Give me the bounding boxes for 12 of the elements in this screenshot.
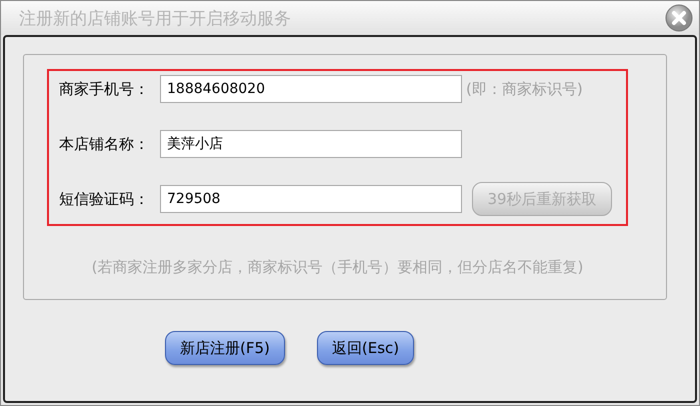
field-label: 商家手机号： (59, 80, 150, 98)
input-field[interactable]: 729508 (160, 185, 462, 213)
dialog-button[interactable]: 返回(Esc) (316, 331, 414, 365)
hint-text: (即：商家标识号) (466, 80, 583, 98)
dialog-button[interactable]: 新店注册(F5) (165, 331, 285, 365)
window-title: 注册新的店铺账号用于开启移动服务 (19, 8, 291, 30)
note-text: (若商家注册多家分店，商家标识号（手机号）要相同，但分店名不能重复) (90, 258, 584, 277)
close-icon[interactable] (665, 4, 693, 32)
field-label: 短信验证码： (59, 190, 150, 208)
input-field[interactable]: 18884608020 (160, 75, 462, 103)
field-label: 本店铺名称： (59, 134, 150, 154)
input-field[interactable]: 美萍小店 (160, 130, 462, 158)
